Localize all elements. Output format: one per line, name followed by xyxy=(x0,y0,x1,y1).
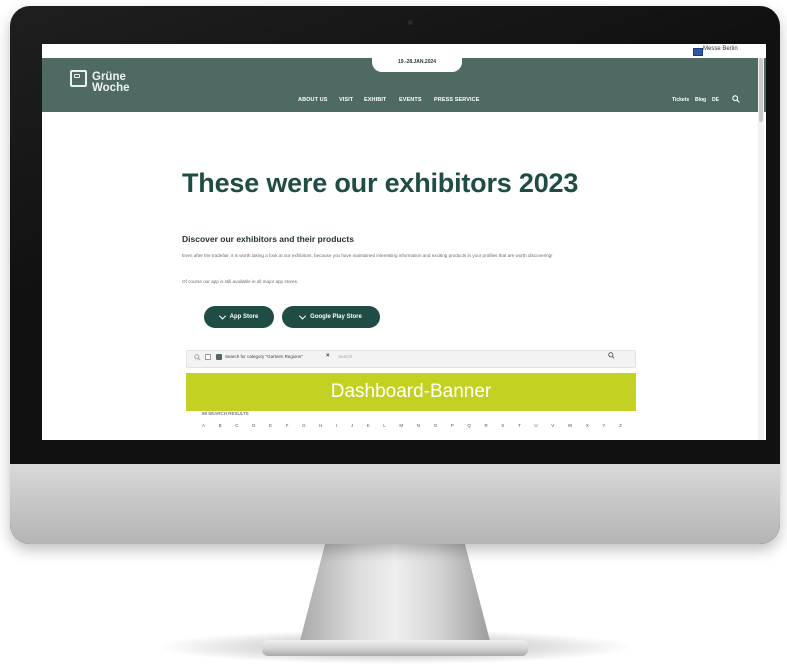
alphabet-letter[interactable]: O xyxy=(434,423,438,428)
select-all-checkbox[interactable] xyxy=(205,354,211,360)
blog-link[interactable]: Blog xyxy=(695,97,706,103)
monitor-stand-base xyxy=(262,640,528,656)
alphabet-letter[interactable]: E xyxy=(269,423,272,428)
search-icon[interactable] xyxy=(194,354,201,361)
chevron-down-icon xyxy=(218,312,226,320)
alphabet-letter[interactable]: R xyxy=(485,423,488,428)
alphabet-letter[interactable]: N xyxy=(417,423,420,428)
alphabet-letter[interactable]: I xyxy=(336,423,337,428)
chevron-down-icon xyxy=(299,312,307,320)
camera-dot xyxy=(408,20,413,25)
tickets-link[interactable]: Tickets xyxy=(672,97,689,103)
clear-filter-button[interactable]: × xyxy=(326,353,330,359)
section-subtitle: Discover our exhibitors and their produc… xyxy=(182,234,354,244)
monitor-stand-neck xyxy=(300,538,490,642)
checkbox-icon[interactable] xyxy=(216,354,222,360)
alphabet-letter[interactable]: P xyxy=(451,423,454,428)
monitor: Messe Berlin 19.-28.JAN.2024 Grüne Woche… xyxy=(10,6,780,544)
language-switch[interactable]: DE xyxy=(712,97,719,103)
alphabet-letter[interactable]: X xyxy=(586,423,589,428)
search-input[interactable]: Search xyxy=(338,354,352,359)
scrollbar-thumb[interactable] xyxy=(759,58,763,122)
flag-icon xyxy=(693,48,703,56)
filter-chip[interactable]: Search for category "Gartnen Regions" xyxy=(225,354,303,359)
alphabet-letter[interactable]: W xyxy=(568,423,572,428)
alphabet-letter[interactable]: J xyxy=(351,423,353,428)
app-store-label: App Store xyxy=(229,314,259,320)
banner-label: Dashboard-Banner xyxy=(330,381,492,402)
results-count: 88 SEARCH RESULTS xyxy=(202,411,249,416)
google-play-label: Google Play Store xyxy=(310,314,362,320)
event-date: 19.-28.JAN.2024 xyxy=(397,59,437,65)
intro-paragraph: Even after the tradefair, it is worth ta… xyxy=(182,253,553,258)
nav-press-service[interactable]: PRESS SERVICE xyxy=(434,97,480,103)
nav-visit[interactable]: VISIT xyxy=(339,97,353,103)
alphabet-letter[interactable]: Q xyxy=(467,423,471,428)
alphabet-letter[interactable]: F xyxy=(286,423,289,428)
app-store-button[interactable]: App Store xyxy=(204,306,274,328)
screen: Messe Berlin 19.-28.JAN.2024 Grüne Woche… xyxy=(42,44,766,440)
monitor-chin xyxy=(10,464,780,544)
search-icon[interactable] xyxy=(732,95,740,103)
alphabet-letter[interactable]: U xyxy=(534,423,537,428)
alphabet-letter[interactable]: H xyxy=(319,423,322,428)
alphabet-letter[interactable]: L xyxy=(383,423,386,428)
nav-events[interactable]: EVENTS xyxy=(399,97,422,103)
alphabet-letter[interactable]: T xyxy=(518,423,521,428)
alphabet-filter: A B C D E F G H I J K L M N O P Q R S T U V W X Y Z xyxy=(202,423,622,428)
exhibitor-search-bar[interactable] xyxy=(186,350,636,368)
alphabet-letter[interactable]: Z xyxy=(619,423,622,428)
logo-text-line2[interactable]: Woche xyxy=(92,82,130,94)
messe-berlin-link[interactable]: Messe Berlin xyxy=(703,46,738,52)
nav-about-us[interactable]: ABOUT US xyxy=(298,97,328,103)
search-icon[interactable] xyxy=(608,352,615,359)
nav-exhibit[interactable]: EXHIBIT xyxy=(364,97,386,103)
alphabet-letter[interactable]: G xyxy=(302,423,306,428)
alphabet-letter[interactable]: Y xyxy=(602,423,605,428)
alphabet-letter[interactable]: D xyxy=(252,423,255,428)
app-paragraph: Of course our app is still available in … xyxy=(182,279,299,284)
page-title: These were our exhibitors 2023 xyxy=(182,168,579,198)
alphabet-letter[interactable]: M xyxy=(399,423,403,428)
alphabet-letter[interactable]: V xyxy=(551,423,554,428)
alphabet-letter[interactable]: S xyxy=(501,423,504,428)
logo-icon[interactable] xyxy=(70,70,87,87)
alphabet-letter[interactable]: B xyxy=(219,423,222,428)
alphabet-letter[interactable]: C xyxy=(235,423,238,428)
alphabet-letter[interactable]: K xyxy=(367,423,370,428)
alphabet-letter[interactable]: A xyxy=(202,423,205,428)
google-play-button[interactable]: Google Play Store xyxy=(282,306,380,328)
